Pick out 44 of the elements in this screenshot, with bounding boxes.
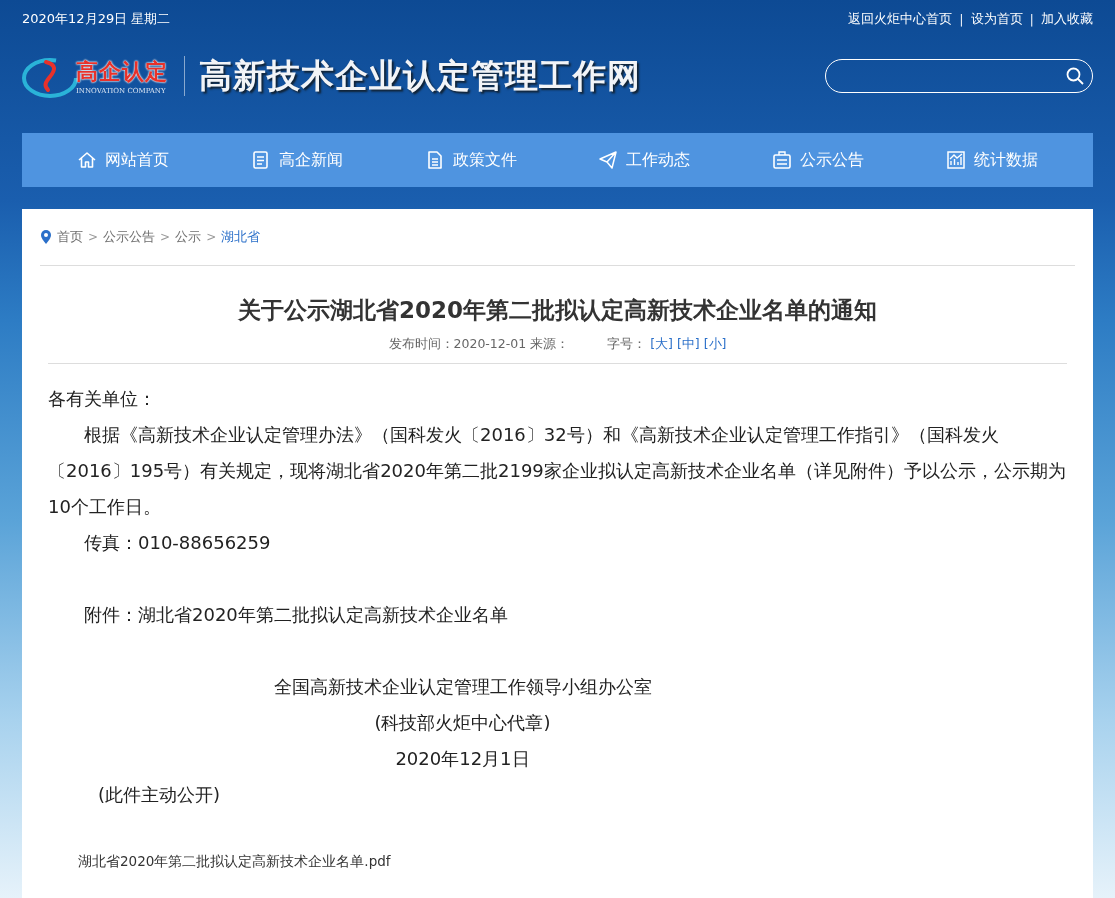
header-link[interactable]: 设为首页 [970,10,1023,28]
chart-icon [946,150,967,170]
font-size-label: 字号： [607,336,647,351]
paragraph: (此件主动公开) [97,783,222,807]
font-size-link[interactable]: [中] [676,336,700,351]
font-size-link[interactable]: [小] [703,336,727,351]
header-link[interactable]: 加入收藏 [1041,10,1093,28]
breadcrumb-link[interactable]: 公示 [175,228,202,246]
header-link[interactable]: 返回火炬中心首页 [848,10,953,28]
nav-item[interactable]: 统计数据 [938,143,1047,177]
paragraph: 附件：湖北省2020年第二批拟认定高新技术企业名单 [83,603,509,627]
nav-item[interactable]: 政策文件 [416,143,525,177]
link-separator: | [959,11,964,27]
breadcrumb-link[interactable]: 首页 [57,228,83,246]
clipboard-icon [772,150,793,170]
paragraph: 各有关单位： [48,387,157,411]
nav-item[interactable]: 公示公告 [764,143,873,177]
signature-line: 2020年12月1日 [394,747,531,771]
paragraph: 根据《高新技术企业认定管理办法》（国科发火〔2016〕32号）和《高新技术企业认定管理工作指引》（国科发火〔2016〕195号）有关规定，现将湖北省2020年第二批2199家企业拟认定高新技术企业名单（详见附件）予以公示，公示期为10个工作日。 [48,423,1067,519]
list-icon [250,150,271,170]
font-size-link[interactable]: [大] [650,336,673,351]
paragraph: 传真：010-88656259 [83,531,272,555]
signature-line: 全国高新技术企业认定管理工作领导小组办公室 [272,675,653,699]
home-icon [76,150,97,170]
breadcrumb-separator: > [88,230,99,244]
breadcrumb-separator: > [160,230,171,244]
logo-text: 高企认定 [76,58,168,86]
link-separator: | [1029,11,1034,27]
date-text: 2020年12月29日 星期二 [22,10,171,28]
nav-item[interactable]: 高企新闻 [242,143,351,177]
publish-date: 发布时间：2020-12-01 [388,336,527,351]
source-label: 来源： [530,336,570,351]
site-title: 高新技术企业认定管理工作网 [199,54,641,97]
signature-line: (科技部火炬中心代章) [373,711,552,735]
breadcrumb-separator: > [206,230,217,244]
paper-plane-icon [598,150,619,170]
breadcrumb-link[interactable]: 湖北省 [221,228,261,246]
search-icon[interactable] [1066,67,1084,85]
location-pin-icon [40,229,52,245]
breadcrumb-link[interactable]: 公示公告 [103,228,156,246]
article-title: 关于公示湖北省2020年第二批拟认定高新技术企业名单的通知 [237,296,878,325]
attachment-link[interactable]: 湖北省2020年第二批拟认定高新技术企业名单.pdf [78,851,391,871]
nav-item[interactable]: 工作动态 [590,143,699,177]
nav-item[interactable]: 网站首页 [68,143,177,177]
